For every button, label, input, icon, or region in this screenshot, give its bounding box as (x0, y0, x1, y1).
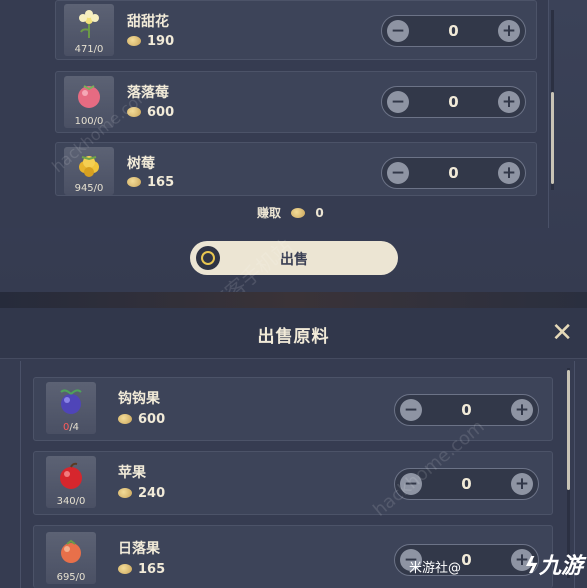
page-title: 出售原料 (257, 327, 330, 347)
quantity-stepper[interactable]: − 0 + (381, 86, 526, 118)
sweet-flower-icon (79, 10, 99, 38)
list-item[interactable]: 945/0 树莓 165 − 0 + (55, 142, 537, 196)
item-quantity: 471/0 (74, 44, 104, 55)
sell-button[interactable]: 出售 (190, 241, 398, 275)
earn-label: 赚取 (257, 206, 282, 220)
item-price: 165 (118, 562, 165, 577)
list-item[interactable]: 340/0 苹果 240 − 0 + (33, 451, 553, 515)
mora-coin-icon (118, 563, 132, 574)
brand-logo: ϟ九游 (524, 548, 583, 580)
hook-fruit-icon (60, 389, 82, 414)
quantity-stepper[interactable]: − 0 + (394, 394, 539, 426)
quantity-stepper[interactable]: − 0 + (381, 157, 526, 189)
item-icon-frame: 471/0 (64, 4, 114, 56)
valberry-icon (78, 85, 100, 108)
item-name: 钩钩果 (118, 391, 160, 407)
earn-summary: 赚取 0 (257, 204, 324, 221)
item-quantity: 695/0 (56, 572, 86, 583)
top-list-area: 471/0 甜甜花 190 − 0 + 100/0 落落莓 600 − 0 + … (0, 0, 554, 228)
item-name: 甜甜花 (127, 14, 169, 30)
mora-coin-icon (291, 207, 306, 218)
mora-coin-icon (127, 35, 141, 46)
scrollbar-thumb[interactable] (551, 92, 554, 184)
apple-icon (60, 462, 82, 489)
list-item[interactable]: 695/0 日落果 165 − 0 + (33, 525, 553, 588)
stepper-value: 0 (461, 401, 472, 419)
credit-text: 米游社@ (409, 561, 462, 576)
plus-icon[interactable]: + (511, 473, 533, 495)
stepper-value: 0 (461, 475, 472, 493)
plus-icon[interactable]: + (498, 91, 520, 113)
brand-name: 九游 (538, 554, 583, 579)
item-price: 600 (118, 412, 165, 427)
stepper-value: 0 (448, 93, 459, 111)
item-name: 树莓 (127, 156, 155, 172)
stepper-value: 0 (448, 164, 459, 182)
item-name: 苹果 (118, 465, 146, 481)
quantity-stepper[interactable]: − 0 + (381, 15, 526, 47)
item-price: 240 (118, 486, 165, 501)
item-price: 190 (127, 34, 174, 49)
sunsettia-icon (61, 539, 81, 563)
panel-divider (0, 292, 587, 308)
close-icon[interactable]: ✕ (551, 318, 573, 348)
sell-materials-panel: 出售原料 ✕ 0/4 钩钩果 600 − 0 + 340/0 苹果 240 − … (0, 308, 587, 588)
material-list: 0/4 钩钩果 600 − 0 + 340/0 苹果 240 − 0 + 695… (20, 361, 575, 588)
item-quantity: 945/0 (74, 183, 104, 194)
minus-icon[interactable]: − (387, 20, 409, 42)
mora-coin-icon (118, 413, 132, 424)
item-quantity: 0/4 (62, 422, 80, 433)
item-icon-frame: 695/0 (46, 532, 96, 584)
item-quantity: 340/0 (56, 496, 86, 507)
stepper-value: 0 (448, 22, 459, 40)
plus-icon[interactable]: + (498, 162, 520, 184)
mora-coin-icon (118, 487, 132, 498)
minus-icon[interactable]: − (387, 91, 409, 113)
list-item[interactable]: 471/0 甜甜花 190 − 0 + (55, 0, 537, 60)
ninegame-icon: ϟ (524, 554, 539, 579)
item-price: 165 (127, 175, 174, 190)
top-sell-panel: 471/0 甜甜花 190 − 0 + 100/0 落落莓 600 − 0 + … (0, 0, 587, 292)
minus-icon[interactable]: − (400, 399, 422, 421)
earn-value: 0 (315, 206, 324, 220)
item-name: 日落果 (118, 541, 160, 557)
item-icon-frame: 0/4 (46, 382, 96, 434)
minus-icon[interactable]: − (387, 162, 409, 184)
mora-coin-icon (127, 176, 141, 187)
scrollbar-thumb[interactable] (567, 370, 570, 490)
plus-icon[interactable]: + (511, 399, 533, 421)
panel-header: 出售原料 ✕ (0, 308, 587, 359)
item-icon-frame: 340/0 (46, 456, 96, 508)
plus-icon[interactable]: + (498, 20, 520, 42)
